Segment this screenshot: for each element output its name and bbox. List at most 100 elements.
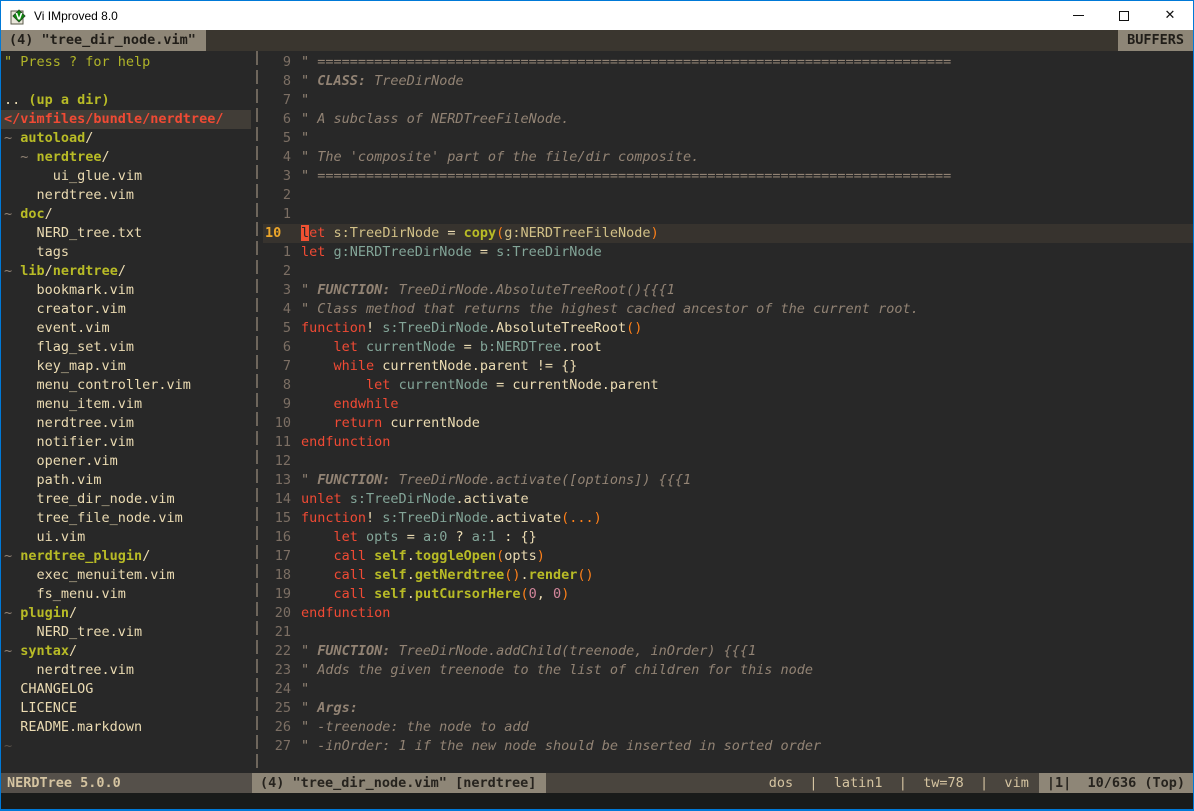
code-line[interactable]: 12 — [263, 452, 1193, 471]
code-line[interactable]: 2 — [263, 262, 1193, 281]
code-line[interactable]: 11endfunction — [263, 433, 1193, 452]
code-line[interactable]: 4" The 'composite' part of the file/dir … — [263, 148, 1193, 167]
window-split-separator[interactable] — [251, 51, 263, 773]
tree-item[interactable]: ui_glue.vim — [1, 167, 251, 186]
code-line[interactable]: 10 return currentNode — [263, 414, 1193, 433]
tree-item[interactable]: nerdtree.vim — [1, 414, 251, 433]
code-line[interactable]: 24" — [263, 680, 1193, 699]
code-line[interactable]: 20endfunction — [263, 604, 1193, 623]
code-line[interactable]: 8 let currentNode = currentNode.parent — [263, 376, 1193, 395]
code-line[interactable]: 6 let currentNode = b:NERDTree.root — [263, 338, 1193, 357]
token: a:0 — [423, 529, 447, 545]
maximize-button[interactable] — [1101, 1, 1147, 30]
code-line[interactable]: 13" FUNCTION: TreeDirNode.activate([opti… — [263, 471, 1193, 490]
code-line[interactable]: 7" — [263, 91, 1193, 110]
tree-item[interactable]: bookmark.vim — [1, 281, 251, 300]
line-content: call self.putCursorHere(0, 0) — [301, 585, 569, 604]
close-button[interactable]: ✕ — [1147, 1, 1193, 30]
code-line[interactable]: 2 — [263, 186, 1193, 205]
tree-item[interactable]: ~ autoload/ — [1, 129, 251, 148]
code-line[interactable]: 7 while currentNode.parent != {} — [263, 357, 1193, 376]
code-line[interactable]: 15function! s:TreeDirNode.activate(...) — [263, 509, 1193, 528]
code-line[interactable]: 22" FUNCTION: TreeDirNode.addChild(treen… — [263, 642, 1193, 661]
tree-item[interactable]: creator.vim — [1, 300, 251, 319]
code-line[interactable]: 21 — [263, 623, 1193, 642]
line-number: 4 — [263, 300, 291, 319]
tree-item[interactable]: tags — [1, 243, 251, 262]
tree-item[interactable]: CHANGELOG — [1, 680, 251, 699]
tree-item[interactable]: ~ syntax/ — [1, 642, 251, 661]
tree-item[interactable]: tree_dir_node.vim — [1, 490, 251, 509]
tree-item[interactable]: LICENCE — [1, 699, 251, 718]
tree-item[interactable]: ~ nerdtree_plugin/ — [1, 547, 251, 566]
line-number: 23 — [263, 661, 291, 680]
tree-item[interactable]: NERD_tree.txt — [1, 224, 251, 243]
line-number: 10 — [263, 224, 291, 243]
editor-panel[interactable]: 9" =====================================… — [263, 51, 1193, 773]
code-line[interactable]: 10let s:TreeDirNode = copy(g:NERDTreeFil… — [263, 224, 1193, 243]
tree-item[interactable]: ~ lib/nerdtree/ — [1, 262, 251, 281]
code-line[interactable]: 27" -inOrder: 1 if the new node should b… — [263, 737, 1193, 756]
code-line[interactable]: 23" Adds the given treenode to the list … — [263, 661, 1193, 680]
code-line[interactable]: 8" CLASS: TreeDirNode — [263, 72, 1193, 91]
token: NERD_tree.vim — [4, 624, 142, 640]
code-line[interactable]: 18 call self.getNerdtree().render() — [263, 566, 1193, 585]
line-number: 3 — [263, 167, 291, 186]
tree-item[interactable]: " Press ? for help — [1, 53, 251, 72]
code-line[interactable]: 17 call self.toggleOpen(opts) — [263, 547, 1193, 566]
buffers-label[interactable]: BUFFERS — [1118, 30, 1193, 51]
tree-item[interactable]: nerdtree.vim — [1, 661, 251, 680]
code-line[interactable]: 1 — [263, 205, 1193, 224]
nerdtree-panel[interactable]: " Press ? for help .. (up a dir)</vimfile… — [1, 51, 251, 773]
code-line[interactable]: 9 endwhile — [263, 395, 1193, 414]
tab-line: (4) "tree_dir_node.vim" BUFFERS — [1, 30, 1193, 51]
tree-item[interactable]: key_map.vim — [1, 357, 251, 376]
code-line[interactable]: 16 let opts = a:0 ? a:1 : {} — [263, 528, 1193, 547]
token: tags — [4, 244, 69, 260]
status-cursor-position: |1| 10/636 (Top) — [1039, 773, 1193, 793]
tree-item[interactable]: menu_item.vim — [1, 395, 251, 414]
minimize-button[interactable] — [1055, 1, 1101, 30]
code-line[interactable]: 4" Class method that returns the highest… — [263, 300, 1193, 319]
code-line[interactable]: 25" Args: — [263, 699, 1193, 718]
tree-item[interactable]: fs_menu.vim — [1, 585, 251, 604]
tree-item[interactable]: ~ nerdtree/ — [1, 148, 251, 167]
tree-item[interactable] — [1, 72, 251, 91]
tree-item[interactable]: exec_menuitem.vim — [1, 566, 251, 585]
tree-item[interactable]: NERD_tree.vim — [1, 623, 251, 642]
tab-active[interactable]: (4) "tree_dir_node.vim" — [1, 30, 206, 51]
tree-item[interactable]: notifier.vim — [1, 433, 251, 452]
tree-item[interactable]: event.vim — [1, 319, 251, 338]
code-line[interactable]: 19 call self.putCursorHere(0, 0) — [263, 585, 1193, 604]
token: / — [45, 263, 53, 279]
tree-item[interactable]: flag_set.vim — [1, 338, 251, 357]
code-line[interactable]: 9" =====================================… — [263, 53, 1193, 72]
code-line[interactable]: 3" =====================================… — [263, 167, 1193, 186]
token: bookmark.vim — [4, 282, 134, 298]
code-line[interactable]: 6" A subclass of NERDTreeFileNode. — [263, 110, 1193, 129]
line-number: 27 — [263, 737, 291, 756]
token: / — [118, 263, 126, 279]
tree-item[interactable]: ~ doc/ — [1, 205, 251, 224]
tree-item[interactable]: README.markdown — [1, 718, 251, 737]
tree-item[interactable]: opener.vim — [1, 452, 251, 471]
window-controls: ✕ — [1055, 1, 1193, 30]
command-line[interactable] — [1, 793, 1193, 811]
line-content: endfunction — [301, 433, 390, 452]
code-line[interactable]: 3" FUNCTION: TreeDirNode.AbsoluteTreeRoo… — [263, 281, 1193, 300]
tree-item[interactable]: ~ plugin/ — [1, 604, 251, 623]
code-line[interactable]: 1let g:NERDTreeDirNode = s:TreeDirNode — [263, 243, 1193, 262]
code-line[interactable]: 26" -treenode: the node to add — [263, 718, 1193, 737]
code-line[interactable]: 5" — [263, 129, 1193, 148]
tree-item[interactable]: tree_file_node.vim — [1, 509, 251, 528]
tree-item[interactable]: ui.vim — [1, 528, 251, 547]
code-line[interactable]: 5function! s:TreeDirNode.AbsoluteTreeRoo… — [263, 319, 1193, 338]
tree-item[interactable]: .. (up a dir) — [1, 91, 251, 110]
token: TreeDirNode — [366, 73, 464, 89]
tree-item[interactable]: nerdtree.vim — [1, 186, 251, 205]
tree-item[interactable]: </vimfiles/bundle/nerdtree/ — [1, 110, 251, 129]
tree-item[interactable]: menu_controller.vim — [1, 376, 251, 395]
tree-item[interactable]: path.vim — [1, 471, 251, 490]
tree-item[interactable]: ~ — [1, 737, 251, 756]
code-line[interactable]: 14unlet s:TreeDirNode.activate — [263, 490, 1193, 509]
